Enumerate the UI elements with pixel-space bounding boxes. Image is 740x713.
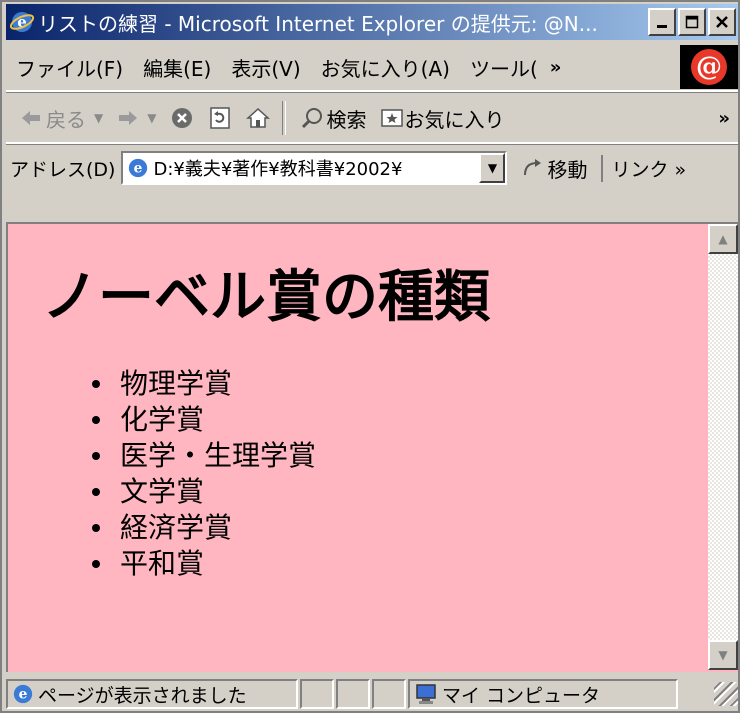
page-done-icon: e [13,684,33,704]
toolbar-overflow-button[interactable]: » [718,108,730,129]
list-item: 経済学賞 [88,510,316,546]
menu-edit[interactable]: 編集(E) [133,53,221,82]
list-item-text: 経済学賞 [120,511,233,544]
forward-arrow-icon [119,111,138,125]
list-item-text: 平和賞 [120,547,205,580]
list-item-text: 物理学賞 [120,367,233,400]
close-icon [716,16,728,28]
security-zone-label: マイ コンピュータ [442,684,601,707]
ie-icon: e [10,12,34,32]
nobel-prize-list: 物理学賞 化学賞 医学・生理学賞 文学賞 経済学賞 平和賞 [88,366,316,582]
stop-button[interactable] [170,106,194,130]
list-item: 化学賞 [88,402,316,438]
go-label: 移動 [547,157,588,182]
computer-icon [416,684,436,704]
status-message-pane: e ページが表示されました [6,679,298,709]
address-bar: アドレス(D) e D:¥義夫¥著作¥教科書¥2002¥ ▼ 移動 リンク » [6,146,738,190]
window-title: リストの練習 - Microsoft Internet Explorer の提供… [38,11,598,36]
bullet-icon [92,452,100,460]
go-arrow-icon [524,159,542,176]
list-item-text: 医学・生理学賞 [120,439,317,472]
menu-tools[interactable]: ツール( [460,53,548,82]
back-button[interactable]: 戻る ▼ [20,104,103,133]
menu-overflow-button[interactable]: » [550,57,562,78]
menu-favorites[interactable]: お気に入り(A) [311,53,460,82]
toolbar-separator [282,101,287,135]
stop-icon [172,108,193,128]
resize-grip[interactable] [714,682,738,706]
scroll-down-button[interactable]: ▼ [708,640,738,670]
page-content: ノーベル賞の種類 物理学賞 化学賞 医学・生理学賞 文学賞 経済学賞 平和賞 ▲… [6,222,738,672]
at-logo-icon: @ [691,49,727,85]
scroll-down-icon: ▼ [718,648,728,662]
home-button[interactable] [246,106,271,130]
page-heading: ノーベル賞の種類 [42,265,490,330]
favorites-icon [381,109,404,127]
favorites-button[interactable]: お気に入り [380,104,504,133]
vertical-scrollbar[interactable]: ▲ ▼ [708,224,738,670]
list-item: 平和賞 [88,546,316,582]
favorites-label: お気に入り [404,107,505,132]
refresh-icon [210,107,231,129]
search-label: 検索 [326,107,367,132]
maximize-icon [685,15,699,29]
scroll-up-icon: ▲ [718,232,728,246]
forward-button[interactable]: ▼ [117,109,156,127]
search-icon [302,108,323,129]
maximize-button[interactable] [678,8,706,36]
status-pane-empty [336,679,370,709]
bullet-icon [92,416,100,424]
status-pane-empty [300,679,334,709]
standard-toolbar: 戻る ▼ ▼ 検索 お気に入り » [6,94,738,144]
minimize-icon [657,25,667,28]
menu-view[interactable]: 表示(V) [221,53,310,82]
svg-text:e: e [19,687,28,703]
links-button[interactable]: リンク » [601,154,686,182]
menu-file[interactable]: ファイル(F) [6,53,133,82]
page-icon: e [129,158,148,178]
isp-logo: @ [680,45,738,89]
address-value: D:¥義夫¥著作¥教科書¥2002¥ [153,159,403,180]
scroll-up-button[interactable]: ▲ [708,224,738,254]
forward-dropdown-icon[interactable]: ▼ [147,111,156,125]
list-item: 医学・生理学賞 [88,438,316,474]
go-button[interactable]: 移動 [521,154,587,183]
refresh-button[interactable] [208,106,232,130]
address-dropdown-button[interactable]: ▼ [479,153,506,183]
bullet-icon [92,560,100,568]
close-button[interactable] [708,8,736,36]
list-item: 文学賞 [88,474,316,510]
bullet-icon [92,380,100,388]
list-item-text: 文学賞 [120,475,205,508]
search-button[interactable]: 検索 [300,104,366,133]
address-input[interactable]: e D:¥義夫¥著作¥教科書¥2002¥ ▼ [121,151,508,185]
chevron-down-icon: ▼ [487,161,498,175]
status-bar: e ページが表示されました マイ コンピュータ [6,676,738,712]
minimize-button[interactable] [648,8,676,36]
list-item-text: 化学賞 [120,403,205,436]
status-pane-empty [372,679,406,709]
home-icon [246,107,271,128]
status-message: ページが表示されました [38,684,247,707]
address-label: アドレス(D) [10,158,116,181]
menu-bar: ファイル(F) 編集(E) 表示(V) お気に入り(A) ツール( » @ [6,44,738,92]
back-dropdown-icon[interactable]: ▼ [94,111,103,125]
browser-window: e リストの練習 - Microsoft Internet Explorer の… [0,0,740,713]
bullet-icon [92,524,100,532]
bullet-icon [92,488,100,496]
svg-text:e: e [134,161,143,177]
back-label: 戻る [46,107,86,132]
back-arrow-icon [22,111,40,125]
security-zone-pane: マイ コンピュータ [408,679,678,709]
title-bar[interactable]: e リストの練習 - Microsoft Internet Explorer の… [6,4,738,40]
list-item: 物理学賞 [88,366,316,402]
